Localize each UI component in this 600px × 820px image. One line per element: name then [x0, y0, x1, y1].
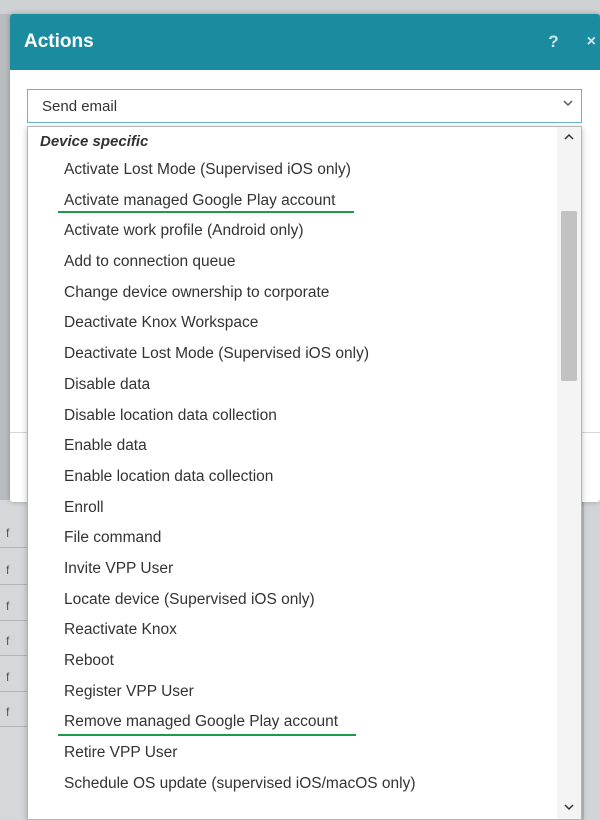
background-cell: f	[0, 662, 28, 692]
option-activate-managed-google-play-account[interactable]: Activate managed Google Play account	[28, 186, 581, 217]
option-change-device-ownership[interactable]: Change device ownership to corporate	[28, 278, 581, 309]
background-cell: f	[0, 626, 28, 656]
dropdown-scrollbar[interactable]	[557, 127, 581, 819]
option-deactivate-knox-workspace[interactable]: Deactivate Knox Workspace	[28, 308, 581, 339]
background-app-header	[0, 0, 600, 14]
close-icon[interactable]: ×	[587, 33, 596, 51]
background-table-edge	[584, 500, 600, 820]
option-deactivate-lost-mode[interactable]: Deactivate Lost Mode (Supervised iOS onl…	[28, 339, 581, 370]
background-table-column: f f f f f f	[0, 500, 28, 820]
action-dropdown-list[interactable]: Device specific Activate Lost Mode (Supe…	[27, 126, 582, 820]
dialog-title: Actions	[24, 31, 94, 52]
action-select-value: Send email	[42, 97, 118, 115]
option-register-vpp-user[interactable]: Register VPP User	[28, 677, 581, 708]
action-select[interactable]: Send email	[27, 89, 582, 123]
option-enable-location-data-collection[interactable]: Enable location data collection	[28, 462, 581, 493]
option-retire-vpp-user[interactable]: Retire VPP User	[28, 738, 581, 769]
option-remove-managed-google-play-account[interactable]: Remove managed Google Play account	[28, 707, 581, 738]
group-label-device-specific: Device specific	[40, 133, 149, 150]
dialog-header: Actions ? ×	[10, 14, 600, 70]
background-cell: f	[0, 555, 28, 585]
option-schedule-os-update[interactable]: Schedule OS update (supervised iOS/macOS…	[28, 769, 581, 800]
option-reactivate-knox[interactable]: Reactivate Knox	[28, 615, 581, 646]
option-enroll[interactable]: Enroll	[28, 493, 581, 524]
option-disable-data[interactable]: Disable data	[28, 370, 581, 401]
chevron-down-icon[interactable]	[557, 797, 581, 819]
option-invite-vpp-user[interactable]: Invite VPP User	[28, 554, 581, 585]
option-disable-location-data-collection[interactable]: Disable location data collection	[28, 401, 581, 432]
chevron-down-icon	[563, 98, 573, 111]
background-cell: f	[0, 591, 28, 621]
option-reboot[interactable]: Reboot	[28, 646, 581, 677]
option-file-command[interactable]: File command	[28, 523, 581, 554]
scrollbar-thumb[interactable]	[561, 211, 577, 381]
background-cell: f	[0, 697, 28, 727]
option-activate-lost-mode[interactable]: Activate Lost Mode (Supervised iOS only)	[28, 155, 581, 186]
background-cell: f	[0, 518, 28, 548]
option-locate-device[interactable]: Locate device (Supervised iOS only)	[28, 585, 581, 616]
chevron-up-icon[interactable]	[557, 127, 581, 149]
option-enable-data[interactable]: Enable data	[28, 431, 581, 462]
help-icon[interactable]: ?	[548, 32, 558, 52]
option-add-to-connection-queue[interactable]: Add to connection queue	[28, 247, 581, 278]
option-activate-work-profile[interactable]: Activate work profile (Android only)	[28, 216, 581, 247]
